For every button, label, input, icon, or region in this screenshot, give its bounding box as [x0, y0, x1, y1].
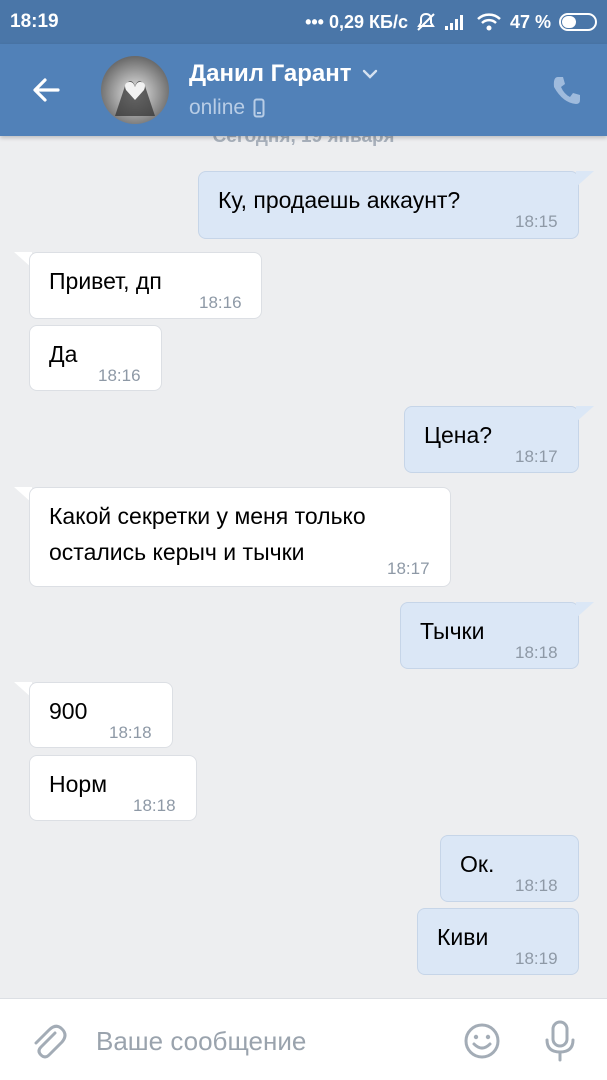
bubble-tail — [576, 171, 594, 187]
incoming-message[interactable]: Какой секретки у меня только остались ке… — [29, 487, 451, 587]
message-time: 18:16 — [199, 293, 242, 312]
outgoing-message[interactable]: Киви 18:19 — [417, 908, 579, 975]
hands-heart-photo — [115, 81, 155, 116]
status-indicators: ••• 0,29 КБ/с 47 % — [305, 12, 597, 33]
wifi-icon — [476, 12, 502, 32]
back-button[interactable] — [28, 72, 64, 108]
mobile-icon — [253, 98, 265, 118]
microphone-icon — [545, 1020, 575, 1062]
signal-icon — [444, 13, 468, 31]
outgoing-message[interactable]: Ок. 18:18 — [440, 835, 579, 902]
message-text: 900 — [49, 698, 88, 724]
battery-icon — [559, 13, 597, 31]
message-list[interactable]: Сегодня, 19 января Ку, продаешь аккаунт?… — [0, 136, 607, 998]
network-speed: ••• 0,29 КБ/с — [305, 11, 408, 32]
avatar[interactable] — [101, 56, 169, 124]
message-text: Киви — [437, 924, 489, 950]
message-text-line-2: остались керыч и тычки — [49, 539, 305, 565]
message-text: Ку, продаешь аккаунт? — [218, 187, 461, 213]
attach-button[interactable] — [28, 1021, 68, 1061]
incoming-message[interactable]: Привет, дп 18:16 — [29, 252, 262, 319]
bubble-tail — [576, 602, 594, 618]
voice-message-button[interactable] — [540, 1019, 580, 1063]
chevron-down-icon — [362, 69, 377, 79]
message-text: Тычки — [420, 618, 485, 644]
outgoing-message[interactable]: Ку, продаешь аккаунт? 18:15 — [198, 171, 579, 239]
chat-header: Данил Гарант online — [0, 44, 607, 136]
outgoing-message[interactable]: Цена? 18:17 — [404, 406, 579, 473]
message-text: Норм — [49, 771, 108, 797]
message-input[interactable] — [96, 1023, 426, 1059]
status-time: 18:19 — [10, 11, 59, 32]
incoming-message[interactable]: Да 18:16 — [29, 325, 162, 391]
emoji-button[interactable] — [462, 1021, 502, 1061]
incoming-message[interactable]: Норм 18:18 — [29, 755, 197, 821]
paperclip-icon — [34, 1024, 67, 1059]
phone-icon — [553, 77, 580, 104]
battery-percent: 47 % — [509, 11, 551, 32]
contact-name-text: Данил Гарант — [189, 60, 352, 87]
message-time: 18:17 — [515, 447, 558, 466]
date-separator: Сегодня, 19 января — [212, 136, 395, 147]
message-time: 18:19 — [515, 949, 558, 968]
smiley-icon — [464, 1023, 500, 1059]
message-text: Привет, дп — [49, 268, 162, 294]
contact-name[interactable]: Данил Гарант — [189, 60, 378, 88]
message-time: 18:18 — [109, 723, 152, 742]
message-time: 18:17 — [387, 559, 430, 578]
message-text-line-1: Какой секретки у меня только — [49, 503, 366, 529]
message-text: Ок. — [460, 851, 495, 877]
arrow-left-icon — [33, 78, 60, 102]
message-time: 18:18 — [133, 796, 176, 815]
status-bar: 18:19 ••• 0,29 КБ/с 47 % — [0, 0, 607, 44]
message-time: 18:18 — [515, 643, 558, 662]
message-time: 18:16 — [98, 366, 141, 385]
contact-status: online — [189, 96, 265, 120]
online-status: online — [189, 96, 246, 119]
message-text: Цена? — [424, 422, 493, 448]
message-time: 18:15 — [515, 212, 558, 231]
call-button[interactable] — [549, 72, 585, 108]
outgoing-message[interactable]: Тычки 18:18 — [400, 602, 579, 669]
message-time: 18:18 — [515, 876, 558, 895]
bubble-tail — [576, 406, 594, 422]
composer — [0, 998, 607, 1080]
mute-icon — [416, 12, 436, 32]
incoming-message[interactable]: 900 18:18 — [29, 682, 173, 748]
message-text: Да — [49, 341, 78, 367]
